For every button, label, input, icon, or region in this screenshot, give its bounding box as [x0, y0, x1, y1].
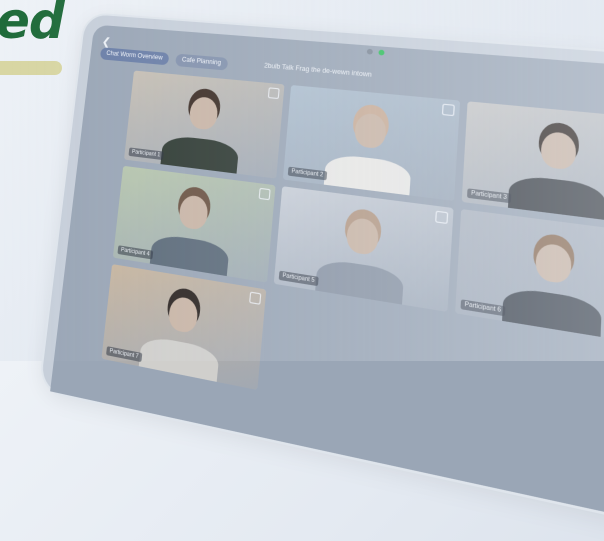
video-call-window: ❮ Chat Worm Overview Cafe Planning 2bulb…: [50, 24, 604, 538]
tile-options-icon[interactable]: [441, 103, 455, 117]
participant-grid: Participant 1 Participant 2 Participant 3P…: [100, 70, 604, 484]
call-title: 2bulb Talk Frag the de-wewn intown: [263, 63, 372, 80]
laptop-screen-bezel: ❮ Chat Worm Overview Cafe Planning 2bulb…: [40, 14, 604, 541]
meeting-pill[interactable]: Chat Worm Overview: [99, 47, 170, 66]
meeting-pill[interactable]: Cafe Planning: [175, 53, 228, 71]
participant-tile[interactable]: Participant 5: [273, 186, 454, 312]
participant-tile[interactable]: Participant 4: [112, 165, 276, 283]
tile-options-icon[interactable]: [249, 291, 262, 305]
laptop-mockup: ❮ Chat Worm Overview Cafe Planning 2bulb…: [0, 0, 604, 541]
tile-options-icon[interactable]: [258, 187, 271, 201]
participant-tile[interactable]: Participant 7: [101, 264, 267, 391]
participant-tile[interactable]: Participant 6: [455, 209, 604, 346]
tile-options-icon[interactable]: [435, 210, 449, 225]
participant-tile[interactable]: Participant 1: [123, 70, 285, 179]
participant-tile[interactable]: Participant 3: [461, 101, 604, 227]
tile-options-icon[interactable]: [267, 87, 280, 100]
participant-tile[interactable]: Participant 2: [282, 85, 461, 201]
